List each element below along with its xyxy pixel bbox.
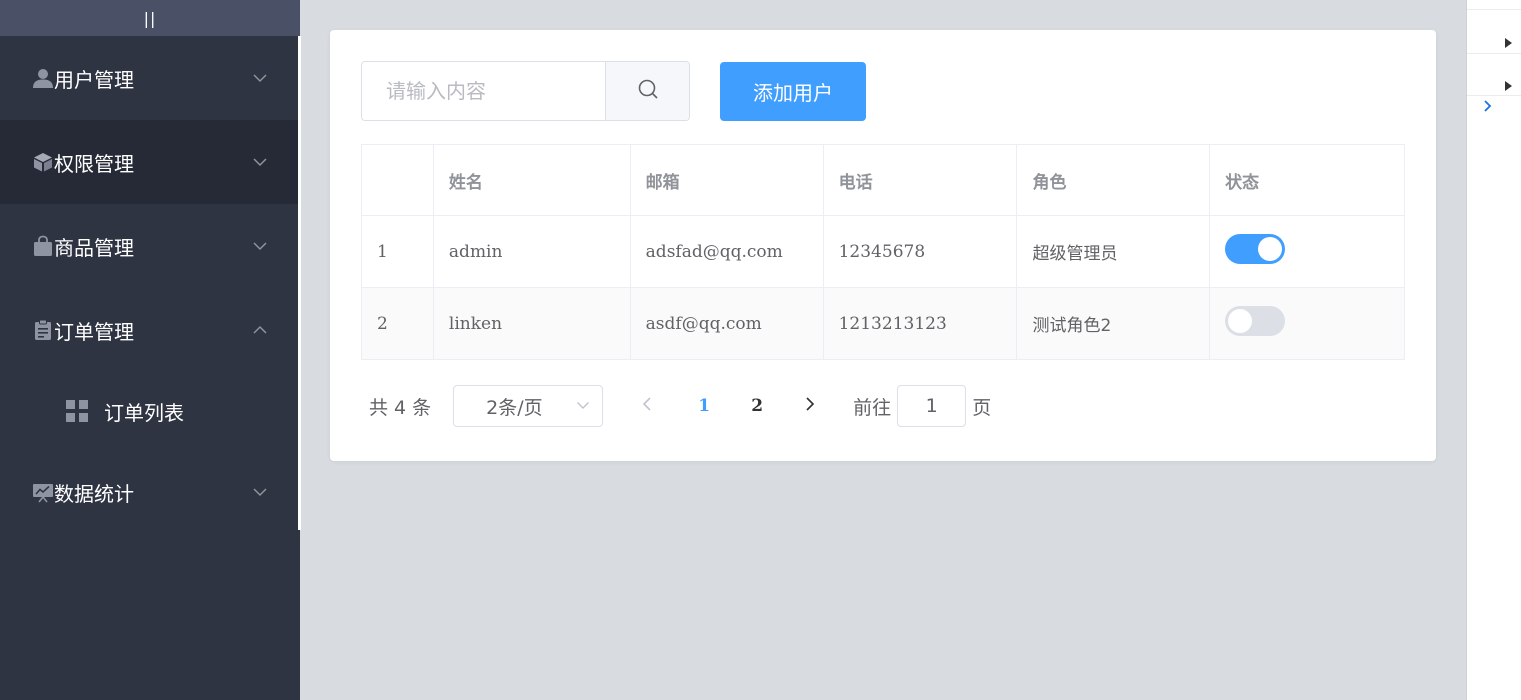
cell-phone: 1213213123 bbox=[822, 287, 1018, 360]
search-icon bbox=[637, 78, 659, 104]
goto-suffix: 页 bbox=[972, 396, 992, 419]
chevron-down-icon bbox=[252, 154, 268, 170]
clipboard-icon bbox=[32, 319, 54, 341]
sidebar-item-label: 商品管理 bbox=[54, 235, 134, 260]
goto-label: 前往 bbox=[853, 396, 892, 419]
chevron-up-icon bbox=[252, 322, 268, 338]
sidebar-subitem-label: 订单列表 bbox=[104, 400, 184, 425]
column-header-index bbox=[361, 144, 434, 216]
grid-icon bbox=[66, 400, 88, 422]
search-button[interactable] bbox=[605, 62, 689, 120]
cell-state bbox=[1209, 287, 1405, 360]
sidebar-border bbox=[298, 36, 301, 530]
chevron-down-icon bbox=[252, 484, 268, 500]
column-header-role: 角色 bbox=[1016, 144, 1211, 216]
chevron-down-icon bbox=[252, 70, 268, 86]
sidebar: || 用户管理 权限管理 商品管理 订单管理 订单列表 数据统计 bbox=[0, 0, 300, 700]
page-size-value: 2条/页 bbox=[486, 396, 543, 419]
column-header-email: 邮箱 bbox=[629, 144, 824, 216]
box-icon bbox=[32, 151, 54, 173]
devtools-row[interactable] bbox=[1467, 54, 1521, 96]
chart-icon bbox=[32, 481, 54, 503]
state-toggle[interactable] bbox=[1225, 234, 1286, 264]
state-toggle[interactable] bbox=[1225, 306, 1286, 336]
sidebar-item-permission-management[interactable]: 权限管理 bbox=[0, 120, 300, 204]
sidebar-item-user-management[interactable]: 用户管理 bbox=[0, 36, 300, 120]
sidebar-item-label: 订单管理 bbox=[54, 319, 134, 344]
table-row: 2 linken asdf@qq.com 1213213123 测试角色2 bbox=[361, 287, 1405, 360]
cell-name: linken bbox=[432, 287, 631, 360]
sidebar-item-order-management[interactable]: 订单管理 bbox=[0, 288, 300, 372]
toolbar: 添加用户 bbox=[361, 61, 866, 121]
expand-triangle-icon bbox=[1505, 81, 1512, 91]
chevron-down-icon bbox=[576, 395, 590, 417]
column-header-name: 姓名 bbox=[432, 144, 631, 216]
sidebar-subitem-order-list[interactable]: 订单列表 bbox=[0, 372, 300, 450]
cell-state bbox=[1209, 215, 1405, 288]
cell-index: 1 bbox=[361, 215, 434, 288]
next-page-button[interactable] bbox=[795, 385, 825, 427]
chevron-down-icon bbox=[252, 238, 268, 254]
page-size-select[interactable]: 2条/页 bbox=[453, 385, 604, 427]
prev-page-button[interactable] bbox=[632, 385, 662, 427]
cell-role: 超级管理员 bbox=[1016, 215, 1211, 288]
page-number-2[interactable]: 2 bbox=[737, 385, 777, 427]
table-row: 1 admin adsfad@qq.com 12345678 超级管理员 bbox=[361, 215, 1405, 288]
toggle-knob bbox=[1258, 237, 1283, 261]
sidebar-collapse-toggle[interactable]: || bbox=[0, 0, 300, 36]
cell-email: asdf@qq.com bbox=[629, 287, 824, 360]
devtools-row[interactable] bbox=[1467, 10, 1521, 54]
devtools-panel bbox=[1466, 0, 1521, 700]
column-header-phone: 电话 bbox=[822, 144, 1018, 216]
search-input[interactable] bbox=[362, 62, 605, 120]
pagination-total: 共 4 条 bbox=[369, 396, 432, 419]
devtools-row bbox=[1467, 0, 1521, 10]
sidebar-item-data-statistics[interactable]: 数据统计 bbox=[0, 450, 300, 534]
cell-email: adsfad@qq.com bbox=[629, 215, 824, 288]
cell-role: 测试角色2 bbox=[1016, 287, 1211, 360]
page-number-1[interactable]: 1 bbox=[684, 385, 724, 427]
user-table: 姓名 邮箱 电话 角色 状态 1 admin adsfad@qq.com 123… bbox=[361, 144, 1405, 360]
sidebar-item-label: 用户管理 bbox=[54, 67, 134, 92]
chevron-left-icon bbox=[640, 395, 654, 417]
chevron-right-icon bbox=[803, 395, 817, 417]
pagination: 共 4 条 2条/页 1 2 前往 页 bbox=[369, 385, 991, 427]
bag-icon bbox=[32, 235, 54, 257]
add-user-button[interactable]: 添加用户 bbox=[720, 61, 866, 121]
goto-page-input[interactable] bbox=[897, 385, 967, 427]
user-icon bbox=[32, 67, 54, 89]
cell-name: admin bbox=[432, 215, 631, 288]
sidebar-item-goods-management[interactable]: 商品管理 bbox=[0, 204, 300, 288]
expand-triangle-icon bbox=[1505, 38, 1512, 48]
search-group bbox=[361, 61, 690, 121]
sidebar-item-label: 数据统计 bbox=[54, 481, 134, 506]
cell-phone: 12345678 bbox=[822, 215, 1018, 288]
sidebar-item-label: 权限管理 bbox=[54, 151, 134, 176]
console-prompt-icon bbox=[1483, 98, 1493, 117]
table-header-row: 姓名 邮箱 电话 角色 状态 bbox=[361, 144, 1405, 216]
toggle-knob bbox=[1228, 309, 1253, 333]
cell-index: 2 bbox=[361, 287, 434, 360]
user-list-card: 添加用户 姓名 邮箱 电话 角色 状态 1 admin adsfad@qq.co… bbox=[330, 30, 1436, 461]
sidebar-menu: 用户管理 权限管理 商品管理 订单管理 订单列表 数据统计 bbox=[0, 36, 300, 534]
column-header-state: 状态 bbox=[1209, 144, 1405, 216]
